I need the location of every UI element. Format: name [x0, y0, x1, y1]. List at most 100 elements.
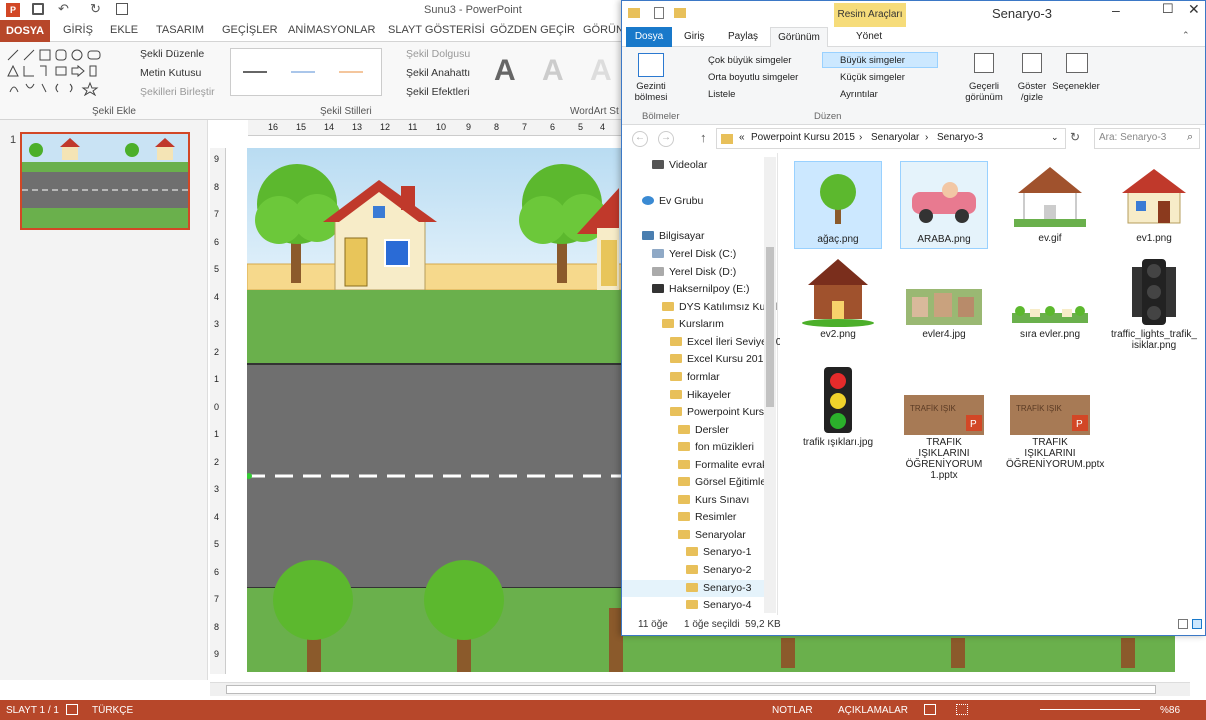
wordart-gallery[interactable]: A A A [486, 48, 626, 96]
status-language[interactable]: TÜRKÇE [92, 705, 133, 716]
file-item[interactable]: evler4.jpg [900, 257, 988, 345]
tab-ekle[interactable]: EKLE [110, 24, 138, 36]
details-view-icon[interactable] [1178, 619, 1188, 629]
notes-button[interactable]: NOTLAR [772, 705, 813, 716]
nav-scrollbar[interactable] [764, 157, 776, 613]
maximize-button[interactable]: ☐ [1162, 1, 1174, 17]
large-icons-view-icon[interactable] [1192, 619, 1202, 629]
spell-check-icon[interactable] [66, 704, 78, 715]
nav-item-formlar[interactable]: formlar [670, 371, 720, 383]
undo-icon[interactable]: ↶ [58, 1, 69, 17]
sekilleri-birlestir-button[interactable]: Şekilleri Birleştir [140, 86, 215, 98]
nav-item-videolar[interactable]: Videolar [652, 159, 707, 171]
tab-giris[interactable]: GİRİŞ [63, 24, 93, 36]
nav-item-powerpoint-kursu[interactable]: Powerpoint Kursu [670, 406, 770, 418]
slide-thumbnail[interactable] [20, 132, 190, 230]
properties-icon[interactable] [654, 7, 664, 19]
tab-animasyonlar[interactable]: ANİMASYONLAR [288, 24, 375, 36]
exp-tab-paylas[interactable]: Paylaş [728, 31, 758, 42]
up-icon[interactable]: ↑ [700, 130, 707, 145]
address-dropdown-icon[interactable]: ⌄ [1051, 132, 1059, 143]
kucuk-simgeler-option[interactable]: Küçük simgeler [840, 72, 905, 83]
file-item[interactable]: ağaç.png [794, 161, 882, 249]
file-item[interactable]: traffic_lights_trafik_isiklar.png [1110, 257, 1198, 353]
ribbon-collapse-icon[interactable]: ⌃ [1182, 30, 1190, 41]
normal-view-icon[interactable] [924, 704, 936, 715]
orta-boyutlu-option[interactable]: Orta boyutlu simgeler [708, 72, 798, 83]
file-item[interactable]: ev2.png [794, 257, 882, 345]
nav-item-kurslarim[interactable]: Kurslarım [662, 318, 724, 330]
nav-item-dys[interactable]: DYS Katılımsız Kurul [662, 301, 777, 313]
nav-item-senaryo-2[interactable]: Senaryo-2 [686, 564, 751, 576]
breadcrumb-senaryolar[interactable]: Senaryolar [871, 132, 919, 143]
nav-item-bilgisayar[interactable]: Bilgisayar [642, 230, 705, 242]
tab-gozden-gecir[interactable]: GÖZDEN GEÇİR [490, 24, 575, 36]
file-item[interactable]: TRAFİK IŞIK P TRAFIK IŞIKLARINI ÖĞRENİYOR… [900, 365, 988, 495]
file-item[interactable]: ev.gif [1006, 161, 1094, 249]
tab-tasarim[interactable]: TASARIM [156, 24, 204, 36]
forward-icon[interactable]: → [658, 131, 674, 147]
tab-slayt-gosterisi[interactable]: SLAYT GÖSTERİSİ [388, 24, 485, 36]
redo-icon[interactable]: ↻ [90, 1, 101, 17]
shapes-gallery[interactable] [6, 48, 118, 97]
gecerli-gorunum-button[interactable]: Geçerli görünüm [960, 53, 1008, 105]
new-folder-icon[interactable] [674, 8, 686, 18]
tab-dosya[interactable]: DOSYA [0, 20, 50, 42]
secenekler-button[interactable]: Seçenekler [1050, 53, 1102, 105]
nav-item-excel-kursu[interactable]: Excel Kursu 2015 [670, 353, 769, 365]
nav-item-senaryo-3[interactable]: Senaryo-3 [686, 582, 751, 594]
sekil-efektleri-button[interactable]: Şekil Efektleri [406, 86, 470, 98]
file-item[interactable]: ev1.png [1110, 161, 1198, 249]
nav-item-dersler[interactable]: Dersler [678, 424, 729, 436]
nav-scrollbar-thumb[interactable] [766, 247, 774, 407]
nav-item-fon-muzikleri[interactable]: fon müzikleri [678, 441, 754, 453]
file-item[interactable]: trafik ışıkları.jpg [794, 365, 882, 453]
search-icon[interactable]: ⌕ [1187, 131, 1193, 144]
search-box[interactable]: Ara: Senaryo-3 ⌕ [1094, 128, 1200, 149]
shape-styles-gallery[interactable] [230, 48, 382, 96]
sekil-dolgusu-button[interactable]: Şekil Dolgusu [406, 48, 470, 60]
file-item[interactable]: sıra evler.png [1006, 257, 1094, 345]
save-icon[interactable] [32, 3, 44, 15]
breadcrumb-powerpoint-kursu[interactable]: Powerpoint Kursu 2015 [751, 132, 855, 143]
exp-tab-gorunum[interactable]: Görünüm [770, 27, 828, 48]
back-icon[interactable]: ← [632, 131, 648, 147]
address-bar[interactable]: « Powerpoint Kursu 2015 › Senaryolar › S… [716, 128, 1066, 149]
slide-sorter-icon[interactable] [956, 704, 968, 715]
refresh-icon[interactable]: ↻ [1070, 130, 1080, 144]
nav-item-drive-e[interactable]: Haksernilpoy (E:) [652, 283, 750, 295]
sekil-anahatti-button[interactable]: Şekil Anahattı [406, 67, 470, 79]
zoom-level[interactable]: %86 [1160, 705, 1180, 716]
nav-item-resimler[interactable]: Resimler [678, 511, 736, 523]
close-button[interactable]: ✕ [1188, 1, 1200, 18]
nav-item-yerel-disk-c[interactable]: Yerel Disk (C:) [652, 248, 736, 260]
sekil-duzenle-button[interactable]: Şekli Düzenle [140, 48, 204, 60]
breadcrumb-senaryo-3[interactable]: Senaryo-3 [937, 132, 983, 143]
nav-item-ev-grubu[interactable]: Ev Grubu [642, 195, 703, 207]
zoom-slider[interactable] [1040, 709, 1140, 710]
exp-tab-yonet[interactable]: Yönet [856, 31, 882, 42]
nav-item-senaryolar[interactable]: Senaryolar [678, 529, 746, 541]
ayrintilar-option[interactable]: Ayrıntılar [840, 89, 878, 100]
tab-gecisler[interactable]: GEÇİŞLER [222, 24, 278, 36]
exp-tab-dosya[interactable]: Dosya [626, 27, 672, 47]
nav-item-hikayeler[interactable]: Hikayeler [670, 389, 731, 401]
nav-item-kurs-sinavi[interactable]: Kurs Sınavı [678, 494, 749, 506]
nav-item-senaryo-1[interactable]: Senaryo-1 [686, 546, 751, 558]
breadcrumb-overflow[interactable]: « [739, 132, 745, 143]
start-slideshow-icon[interactable] [116, 3, 128, 15]
nav-item-formalite[interactable]: Formalite evrakl [678, 459, 770, 471]
nav-item-senaryo-4[interactable]: Senaryo-4 [686, 599, 751, 611]
tab-gorunum[interactable]: GÖRÜN [583, 24, 624, 36]
navigation-pane-button[interactable]: Gezinti bölmesi [632, 53, 670, 105]
nav-item-gorsel-egitimler[interactable]: Görsel Eğitimler [678, 476, 770, 488]
metin-kutusu-button[interactable]: Metin Kutusu [140, 67, 201, 79]
horizontal-scrollbar[interactable] [210, 682, 1190, 696]
comments-button[interactable]: AÇIKLAMALAR [838, 705, 908, 716]
cok-buyuk-simgeler-option[interactable]: Çok büyük simgeler [708, 55, 791, 66]
listele-option[interactable]: Listele [708, 89, 735, 100]
nav-item-yerel-disk-d[interactable]: Yerel Disk (D:) [652, 266, 736, 278]
file-item[interactable]: ARABA.png [900, 161, 988, 249]
minimize-button[interactable]: ‒ [1112, 2, 1120, 18]
file-item[interactable]: TRAFİK IŞIK P TRAFIK IŞIKLARINI ÖĞRENİYOR… [1006, 365, 1104, 495]
